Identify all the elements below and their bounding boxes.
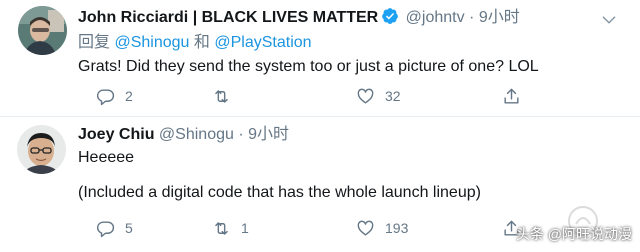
reply-count: 2 [125,88,133,104]
retweet-icon [215,221,228,235]
like-count: 193 [385,220,409,236]
reply-mention-shinogu[interactable]: @Shinogu [114,34,189,51]
replying-to-line: 回复 @Shinogu 和 @PlayStation [78,33,312,53]
timestamp[interactable]: 9小时 [248,126,289,143]
tweet-actions: 2 32 [78,85,528,107]
handle[interactable]: @johntv [406,9,465,26]
tweet-actions: 5 1 193 [78,217,528,239]
handle[interactable]: @Shinogu [159,126,234,143]
like-button[interactable]: 32 [356,85,401,107]
like-count: 32 [385,88,401,104]
separator-dot: · [238,126,244,143]
reply-count: 5 [125,220,133,236]
reply-and: 和 [193,34,210,51]
reply-button[interactable]: 5 [96,217,133,239]
tweet-john-ricciardi[interactable]: John Ricciardi | BLACK LIVES MATTER @joh… [0,0,640,117]
like-icon [357,220,374,236]
display-name[interactable]: John Ricciardi | BLACK LIVES MATTER [78,9,378,26]
reply-button[interactable]: 2 [96,85,133,107]
author-line: Joey Chiu @Shinogu · 9小时 [78,125,289,145]
more-icon[interactable] [600,10,618,28]
verified-badge-icon [382,8,399,24]
like-icon [357,88,374,104]
tweet-text-line-2: (Included a digital code that has the wh… [78,184,481,201]
like-button[interactable]: 193 [356,217,408,239]
author-line: John Ricciardi | BLACK LIVES MATTER @joh… [78,7,520,28]
reply-prefix: 回复 [78,34,111,51]
tweet-text-line-1: Heeeee [78,149,135,166]
retweet-count: 1 [241,220,249,236]
retweet-button[interactable] [212,85,241,107]
separator-dot: · [469,9,475,26]
share-icon [504,88,519,104]
avatar[interactable] [18,6,67,55]
tweet-text: Grats! Did they send the system too or j… [78,58,539,75]
watermark-text: 头条 @阿旺说动漫 [515,226,632,242]
reply-mention-playstation[interactable]: @PlayStation [214,34,311,51]
retweet-icon [215,89,228,103]
reply-icon [96,220,115,237]
retweet-button[interactable]: 1 [212,217,249,239]
avatar[interactable] [17,125,66,174]
timestamp[interactable]: 9小时 [479,9,520,26]
display-name[interactable]: Joey Chiu [78,126,154,143]
reply-icon [96,88,115,105]
share-button[interactable] [502,85,531,107]
